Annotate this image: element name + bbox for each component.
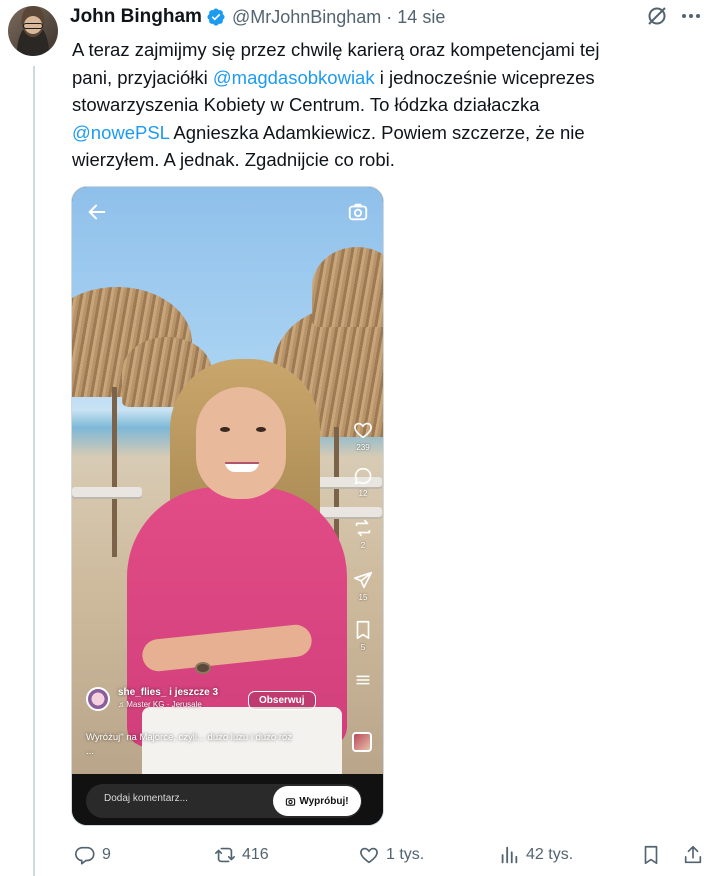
- embedded-video[interactable]: 239 12 2 15 5 she_flies_ i jeszcze 3 ♫ M…: [71, 186, 384, 826]
- try-button-label: Wypróbuj!: [299, 795, 349, 807]
- video-more[interactable]: [348, 669, 378, 691]
- music-track-label: Master KG · Jerusale: [126, 700, 202, 709]
- back-arrow-icon[interactable]: [86, 201, 108, 223]
- person-ring: [195, 662, 211, 674]
- video-caption[interactable]: Wyróżuj" na Majorce, czyli... dużo luzu …: [86, 731, 342, 759]
- video-comment-count: 12: [358, 489, 368, 498]
- repost-icon: [355, 519, 371, 537]
- bookmark-icon: [644, 845, 658, 865]
- video-share[interactable]: 15: [348, 569, 378, 602]
- reply-button[interactable]: 9: [74, 844, 111, 866]
- video-repost-count: 2: [360, 541, 366, 550]
- more-options-icon[interactable]: [682, 14, 700, 18]
- video-repost[interactable]: 2: [348, 517, 378, 550]
- bookmark-button[interactable]: [640, 844, 662, 866]
- tweet-header: John Bingham @MrJohnBingham · 14 sie: [70, 4, 445, 30]
- text-segment: i jednocześnie wiceprezes: [374, 66, 595, 88]
- mention-link[interactable]: @magdasobkowiak: [213, 67, 375, 88]
- person-eye: [220, 427, 230, 432]
- bookmark-icon: [356, 620, 370, 640]
- video-share-count: 15: [358, 593, 368, 602]
- heart-icon: [360, 847, 378, 864]
- comment-bar: Dodaj komentarz... Wypróbuj!: [72, 774, 383, 825]
- grok-icon[interactable]: [645, 4, 669, 28]
- person-smile: [225, 462, 259, 472]
- tweet-line: A teraz zajmijmy się przez chwilę karier…: [72, 39, 600, 60]
- audio-thumbnail[interactable]: [352, 732, 372, 752]
- video-frame[interactable]: 239 12 2 15 5 she_flies_ i jeszcze 3 ♫ M…: [72, 187, 383, 774]
- music-note-icon: ♫: [118, 700, 127, 709]
- views-chart-icon: [501, 846, 518, 864]
- reply-count: 9: [102, 846, 111, 863]
- more-lines-icon: [356, 675, 370, 685]
- text-segment: Agnieszka Adamkiewicz. Powiem szczerze, …: [169, 121, 585, 143]
- tweet-text: A teraz zajmijmy się przez chwilę karier…: [72, 36, 708, 174]
- video-author-text: she_flies_ i jeszcze 3 ♫ Master KG · Jer…: [118, 687, 218, 711]
- author-name[interactable]: John Bingham: [70, 6, 202, 28]
- glasses-detail: [23, 23, 43, 29]
- person-eye: [256, 427, 266, 432]
- comment-icon: [354, 467, 372, 485]
- video-author-avatar[interactable]: [86, 687, 110, 711]
- tweet-line: wierzyłem. A jednak. Zgadnijcie co robi.: [72, 149, 395, 170]
- heart-icon: [354, 422, 372, 439]
- video-caption-text: Wyróżuj" na Majorce, czyli... dużo luzu …: [86, 732, 293, 743]
- video-author-row[interactable]: she_flies_ i jeszcze 3 ♫ Master KG · Jer…: [86, 687, 218, 711]
- repost-icon: [215, 847, 235, 863]
- video-like[interactable]: 239: [348, 419, 378, 452]
- repost-count: 416: [242, 846, 269, 863]
- share-button[interactable]: [682, 844, 704, 866]
- send-icon: [353, 571, 373, 589]
- repost-button[interactable]: 416: [214, 844, 269, 866]
- follow-button[interactable]: Obserwuj: [248, 691, 316, 710]
- person-face: [196, 387, 286, 499]
- text-segment: pani, przyjaciółki: [72, 66, 213, 88]
- thread-line: [33, 66, 35, 876]
- video-save-count: 5: [360, 643, 366, 652]
- beach-umbrella: [312, 247, 383, 327]
- video-caption-more[interactable]: ...: [86, 745, 342, 759]
- comment-input[interactable]: Dodaj komentarz... Wypróbuj!: [86, 784, 362, 818]
- video-like-count: 239: [356, 443, 370, 452]
- tweet-line: pani, przyjaciółki @magdasobkowiak i jed…: [72, 64, 708, 92]
- video-comment[interactable]: 12: [348, 465, 378, 498]
- video-save[interactable]: 5: [348, 619, 378, 652]
- tweet-actions: 9 416 1 tys. 42 tys.: [74, 844, 710, 870]
- video-author-name[interactable]: she_flies_ i jeszcze 3: [118, 687, 218, 699]
- umbrella-pole: [112, 387, 117, 557]
- camera-small-icon: [286, 797, 296, 806]
- try-button[interactable]: Wypróbuj!: [273, 786, 361, 816]
- comment-placeholder: Dodaj komentarz...: [104, 793, 188, 804]
- like-count: 1 tys.: [386, 846, 425, 863]
- tweet-line: stowarzyszenia Kobiety w Centrum. To łód…: [72, 94, 540, 115]
- author-handle[interactable]: @MrJohnBingham: [232, 7, 381, 28]
- music-track[interactable]: ♫ Master KG · Jerusale: [118, 699, 218, 711]
- views-button[interactable]: 42 tys.: [498, 844, 573, 866]
- avatar[interactable]: [8, 6, 58, 56]
- tweet-date[interactable]: 14 sie: [397, 7, 445, 28]
- mention-link[interactable]: @nowePSL: [72, 122, 169, 143]
- reply-icon: [75, 846, 95, 865]
- sun-lounger: [72, 487, 142, 497]
- like-button[interactable]: 1 tys.: [358, 844, 424, 866]
- verified-badge-icon: [207, 8, 225, 26]
- views-count: 42 tys.: [526, 846, 574, 863]
- share-icon: [684, 845, 702, 864]
- camera-icon[interactable]: [347, 201, 369, 223]
- separator-dot: ·: [386, 6, 393, 27]
- tweet-line: @nowePSL Agnieszka Adamkiewicz. Powiem s…: [72, 119, 708, 147]
